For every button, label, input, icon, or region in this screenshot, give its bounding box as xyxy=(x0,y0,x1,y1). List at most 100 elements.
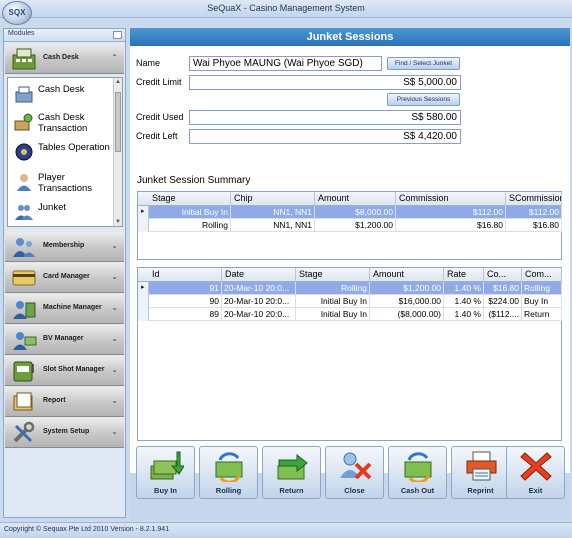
date-cell: 20-Mar-10 20:0... xyxy=(222,308,296,321)
comment-cell: Buy In xyxy=(522,295,562,308)
commission-cell: $16.80 xyxy=(484,282,522,295)
group-system-setup[interactable]: System Setup ⌄ xyxy=(5,418,124,448)
column-header[interactable]: Rate xyxy=(444,268,484,282)
column-header[interactable]: Amount xyxy=(315,192,396,206)
table-row[interactable]: ▸ 91 20-Mar-10 20:0... Rolling $1,200.00… xyxy=(138,282,562,295)
sidebar-item-player-transactions[interactable]: Player Transactions xyxy=(8,169,114,199)
column-header[interactable]: Stage xyxy=(296,268,370,282)
group-cash-desk[interactable]: Cash Desk ⌃ xyxy=(5,44,124,74)
scrollbar-thumb[interactable] xyxy=(115,92,121,152)
column-header[interactable]: Date xyxy=(222,268,296,282)
rolling-button[interactable]: Rolling xyxy=(199,446,258,499)
scroll-up-icon[interactable]: ▲ xyxy=(115,79,121,85)
commission-cell: ($112.... xyxy=(484,308,522,321)
slot-machine-icon xyxy=(13,361,34,382)
rate-cell: 1.40 % xyxy=(444,295,484,308)
button-label: Return xyxy=(279,486,304,495)
chevron-down-icon: ⌄ xyxy=(111,334,118,343)
chevron-down-icon: ⌄ xyxy=(111,272,118,281)
comment-cell: Return xyxy=(522,308,562,321)
amount-cell: $8,000.00 xyxy=(315,206,396,219)
cash-out-button[interactable]: Cash Out xyxy=(388,446,447,499)
scommission-cell: $112.00 xyxy=(506,206,562,219)
submenu-scrollbar[interactable]: ▲ ▼ xyxy=(113,78,122,226)
printer-icon xyxy=(466,451,497,481)
column-header[interactable]: Com... xyxy=(522,268,562,282)
row-selector xyxy=(138,308,149,321)
table-row[interactable]: ▸ Initial Buy In NN1, NN1 $8,000.00 $112… xyxy=(138,206,562,219)
group-machine-manager[interactable]: Machine Manager ⌄ xyxy=(5,294,124,324)
previous-sessions-button[interactable]: Previous Sessions xyxy=(387,93,460,106)
sidebar-item-cash-desk-transaction[interactable]: Cash Desk Transaction xyxy=(8,109,114,139)
exit-button[interactable]: Exit xyxy=(506,446,565,499)
row-pointer-icon: ▸ xyxy=(141,284,145,291)
button-label: Close xyxy=(344,486,365,495)
junket-form: Name Wai Phyoe MAUNG (Wai Phyoe SGD) Fin… xyxy=(130,46,570,473)
session-detail-grid: Id Date Stage Amount Rate Co... Com... ▸… xyxy=(137,267,562,441)
amount-cell: $16,000.00 xyxy=(370,295,444,308)
table-row[interactable]: 89 20-Mar-10 20:0... Initial Buy In ($8,… xyxy=(138,308,562,321)
return-button[interactable]: Return xyxy=(262,446,321,499)
column-header[interactable]: Stage xyxy=(149,192,231,206)
column-header[interactable]: Chip xyxy=(231,192,315,206)
chevron-down-icon: ⌄ xyxy=(111,241,118,250)
chevron-down-icon: ⌄ xyxy=(111,303,118,312)
stage-cell: Rolling xyxy=(296,282,370,295)
find-select-junket-button[interactable]: Find / Select Junket xyxy=(387,57,460,70)
column-header[interactable]: Amount xyxy=(370,268,444,282)
table-row[interactable]: Rolling NN1, NN1 $1,200.00 $16.80 $16.80 xyxy=(138,219,562,232)
junket-name-field[interactable]: Wai Phyoe MAUNG (Wai Phyoe SGD) xyxy=(189,56,382,71)
group-label: BV Manager xyxy=(43,335,84,342)
sidebar-item-cash-desk[interactable]: Cash Desk xyxy=(8,81,114,111)
id-cell: 89 xyxy=(149,308,222,321)
sidebar-item-label: Tables Operation xyxy=(38,142,110,153)
sidebar-item-tables-operation[interactable]: Tables Operation xyxy=(8,139,114,169)
comment-cell: Rolling xyxy=(522,282,562,295)
group-label: Card Manager xyxy=(43,273,90,280)
return-icon xyxy=(277,453,308,480)
amount-cell: $1,200.00 xyxy=(315,219,396,232)
table-row[interactable]: 90 20-Mar-10 20:0... Initial Buy In $16,… xyxy=(138,295,562,308)
report-icon xyxy=(13,392,33,411)
sidebar-item-junket[interactable]: Junket xyxy=(8,199,114,229)
sidebar-item-label: Player Transactions xyxy=(38,172,93,194)
scroll-down-icon[interactable]: ▼ xyxy=(115,219,121,225)
chevron-down-icon: ⌄ xyxy=(111,396,118,405)
commission-cell: $112.00 xyxy=(396,206,506,219)
buy-in-button[interactable]: Buy In xyxy=(136,446,195,499)
group-report[interactable]: Report ⌄ xyxy=(5,387,124,417)
bill-validator-icon xyxy=(13,332,37,350)
title-bar: SeQuaX - Casino Management System xyxy=(0,0,572,18)
group-slot-shot-manager[interactable]: Slot Shot Manager ⌄ xyxy=(5,356,124,386)
tools-icon xyxy=(13,421,35,443)
group-membership[interactable]: Membership ⌄ xyxy=(5,232,124,262)
summary-grid: Stage Chip Amount Commission SCommission… xyxy=(137,191,562,260)
row-selector xyxy=(138,219,149,232)
group-label: Report xyxy=(43,397,66,404)
group-bv-manager[interactable]: BV Manager ⌄ xyxy=(5,325,124,355)
exit-icon xyxy=(520,452,552,481)
cash-register-icon xyxy=(15,86,33,103)
column-header[interactable]: Co... xyxy=(484,268,522,282)
membership-icon xyxy=(13,238,35,257)
column-header[interactable]: SCommission xyxy=(506,192,562,206)
column-header[interactable]: Commission xyxy=(396,192,506,206)
reprint-button[interactable]: Reprint xyxy=(451,446,510,499)
modules-header: Modules xyxy=(4,29,125,42)
app-logo[interactable]: SQX xyxy=(2,1,32,25)
column-header[interactable]: Id xyxy=(149,268,222,282)
row-selector: ▸ xyxy=(138,206,149,219)
row-selector: ▸ xyxy=(138,282,149,295)
group-card-manager[interactable]: Card Manager ⌄ xyxy=(5,263,124,293)
close-button[interactable]: Close xyxy=(325,446,384,499)
credit-used-label: Credit Used xyxy=(136,112,184,122)
pin-icon[interactable] xyxy=(113,31,122,39)
modules-header-label: Modules xyxy=(8,30,35,37)
stage-cell: Initial Buy In xyxy=(149,206,231,219)
modules-panel: Modules Cash Desk ⌃ Cash Desk Cash Desk … xyxy=(3,28,126,518)
copyright-text: Copyright © Sequax Pte Ltd 2010 Version … xyxy=(4,526,170,533)
row-pointer-icon: ▸ xyxy=(141,208,145,215)
cash-transaction-icon xyxy=(14,113,33,131)
group-label: Machine Manager xyxy=(43,304,102,311)
rate-cell: 1.40 % xyxy=(444,308,484,321)
